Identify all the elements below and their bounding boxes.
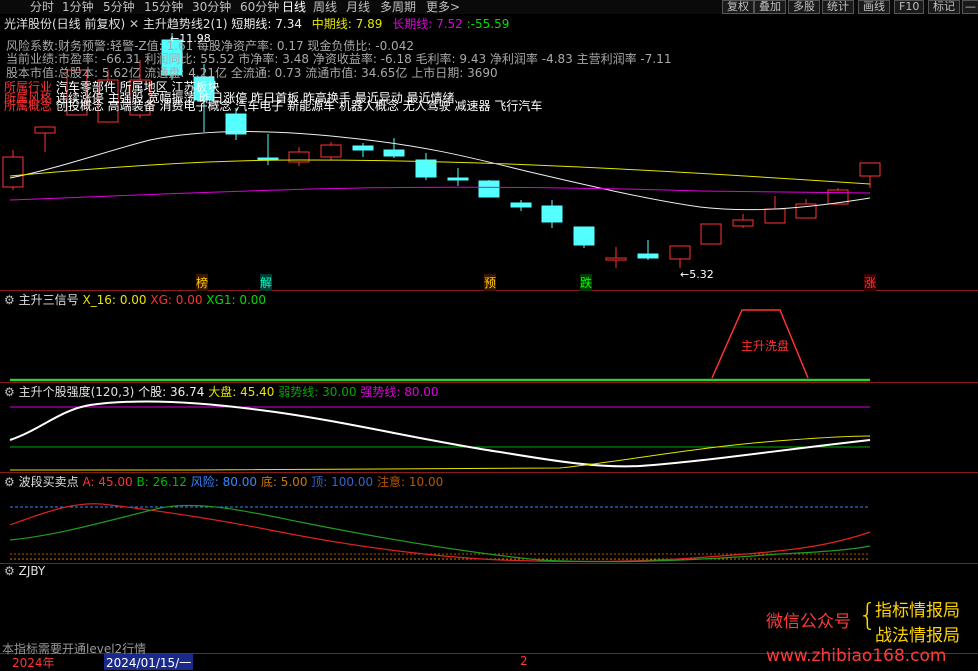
watermark-line2: 战法情报局 bbox=[875, 626, 960, 646]
extra-value: :-55.59 bbox=[466, 17, 510, 31]
market-strength-label: 大盘: bbox=[208, 385, 237, 399]
top-value: 100.00 bbox=[331, 475, 374, 489]
candle-body bbox=[225, 113, 247, 135]
candle-body bbox=[478, 180, 500, 198]
panel-separator bbox=[0, 563, 978, 564]
candle-body bbox=[415, 159, 437, 178]
gear-icon[interactable]: ⚙ bbox=[4, 385, 15, 399]
x16-value: 0.00 bbox=[119, 293, 147, 307]
candle-body bbox=[573, 226, 595, 246]
xg-value: 0.00 bbox=[175, 293, 203, 307]
top-label: 顶: bbox=[311, 475, 328, 489]
candle-body bbox=[34, 126, 56, 134]
long-line-value: 7.52 bbox=[436, 17, 463, 31]
xg1-label: XG1: bbox=[206, 293, 236, 307]
b-value: 26.12 bbox=[152, 475, 187, 489]
panel-title[interactable]: 主升三信号 bbox=[19, 293, 79, 307]
short-line-value: 7.34 bbox=[275, 17, 302, 31]
candle-body bbox=[447, 177, 469, 181]
strong-line-label: 强势线: bbox=[360, 385, 401, 399]
candle-body bbox=[605, 257, 627, 261]
gear-icon[interactable]: ⚙ bbox=[4, 475, 15, 489]
panel-title[interactable]: 主升个股强度(120,3) bbox=[19, 385, 135, 399]
signal-badge: 跌 bbox=[580, 274, 593, 291]
panel-title[interactable]: 波段买卖点 bbox=[19, 475, 79, 489]
xg1-value: 0.00 bbox=[239, 293, 267, 307]
high-price-marker: ←11.98 bbox=[170, 32, 211, 45]
main-panel-header: 光洋股份(日线 前复权) ✕ 主升趋势线2(1) 短期线: 7.34 中期线: … bbox=[4, 15, 509, 32]
concept-row: 所属概念 创投概念 高端装备 消费电子概念 汽车电子 新能源车 机器人概念 无人… bbox=[4, 97, 542, 114]
b-label: B: bbox=[136, 475, 149, 489]
b-line bbox=[9, 504, 871, 563]
candle-body bbox=[859, 162, 881, 177]
attention-value: 10.00 bbox=[408, 475, 444, 489]
risk-value: 80.00 bbox=[222, 475, 258, 489]
candle-body bbox=[669, 245, 691, 260]
indicator-name[interactable]: 主升趋势线2(1) bbox=[143, 17, 228, 31]
mid-line-label: 中期线: bbox=[311, 17, 352, 31]
signal-badge: 涨 bbox=[864, 274, 877, 291]
close-x-icon[interactable]: ✕ bbox=[129, 17, 139, 31]
stock-strength-value: 36.74 bbox=[170, 385, 205, 399]
candle-body bbox=[732, 219, 754, 227]
attention-label: 注意: bbox=[376, 475, 406, 489]
signal-badge: 榜 bbox=[196, 274, 209, 291]
panel-title[interactable]: ZJBY bbox=[19, 564, 46, 578]
mid-line-value: 7.89 bbox=[355, 17, 383, 31]
xg-label: XG: bbox=[150, 293, 172, 307]
watermark-site: www.zhibiao168.com bbox=[766, 646, 947, 666]
candle-body bbox=[320, 144, 342, 158]
candle-body bbox=[637, 253, 659, 259]
concept-text: 创投概念 高端装备 消费电子概念 汽车电子 新能源车 机器人概念 无人驾驶 减速… bbox=[55, 99, 543, 113]
status-year: 2024年 bbox=[12, 656, 55, 670]
market-strength-value: 45.40 bbox=[240, 385, 275, 399]
candle-body bbox=[2, 156, 24, 188]
candle-body bbox=[541, 205, 563, 223]
candle-body bbox=[510, 202, 532, 208]
mid-term-line bbox=[9, 159, 871, 185]
low-price-marker: ←5.32 bbox=[680, 268, 714, 281]
watermark-line1: 指标情报局 bbox=[875, 601, 960, 621]
signal-badge: 预 bbox=[484, 274, 497, 291]
strong-line-value: 80.00 bbox=[404, 385, 439, 399]
wechat-label: 微信公众号 bbox=[766, 612, 851, 632]
risk-label: 风险: bbox=[190, 475, 219, 489]
weak-line-value: 30.00 bbox=[322, 385, 357, 399]
candle-body bbox=[700, 223, 722, 245]
short-term-line bbox=[9, 131, 871, 211]
stock-strength-label: 个股: bbox=[138, 385, 167, 399]
long-term-line bbox=[9, 186, 871, 201]
a-value: 45.00 bbox=[98, 475, 133, 489]
candle-body bbox=[383, 149, 405, 157]
a-line bbox=[9, 503, 871, 563]
long-line-label: 长期线: bbox=[392, 17, 433, 31]
x16-label: X_16: bbox=[82, 293, 116, 307]
bottom-label: 底: bbox=[260, 475, 277, 489]
panel-header-zjby: ⚙ ZJBY bbox=[4, 564, 45, 578]
concept-tag: 所属概念 bbox=[4, 99, 53, 113]
stock-title[interactable]: 光洋股份(日线 前复权) bbox=[4, 17, 125, 31]
panel-header-signals: ⚙ 主升三信号 X_16: 0.00 XG: 0.00 XG1: 0.00 bbox=[4, 291, 266, 308]
stock-strength-line bbox=[9, 400, 871, 468]
gear-icon[interactable]: ⚙ bbox=[4, 564, 15, 578]
status-number: 2 bbox=[520, 654, 528, 668]
signal-badge: 解 bbox=[260, 274, 273, 291]
a-label: A: bbox=[82, 475, 95, 489]
candle-body bbox=[764, 208, 786, 224]
bottom-value: 5.00 bbox=[280, 475, 308, 489]
panel-header-band: ⚙ 波段买卖点 A: 45.00 B: 26.12 风险: 80.00 底: 5… bbox=[4, 473, 443, 490]
weak-line-label: 弱势线: bbox=[278, 385, 319, 399]
gear-icon[interactable]: ⚙ bbox=[4, 293, 15, 307]
panel-header-strength: ⚙ 主升个股强度(120,3) 个股: 36.74 大盘: 45.40 弱势线:… bbox=[4, 383, 439, 400]
status-date[interactable]: 2024/01/15/一 bbox=[104, 654, 194, 670]
short-line-label: 短期线: bbox=[231, 17, 272, 31]
candle-body bbox=[352, 145, 374, 151]
wash-annotation: 主升洗盘 bbox=[741, 339, 790, 353]
